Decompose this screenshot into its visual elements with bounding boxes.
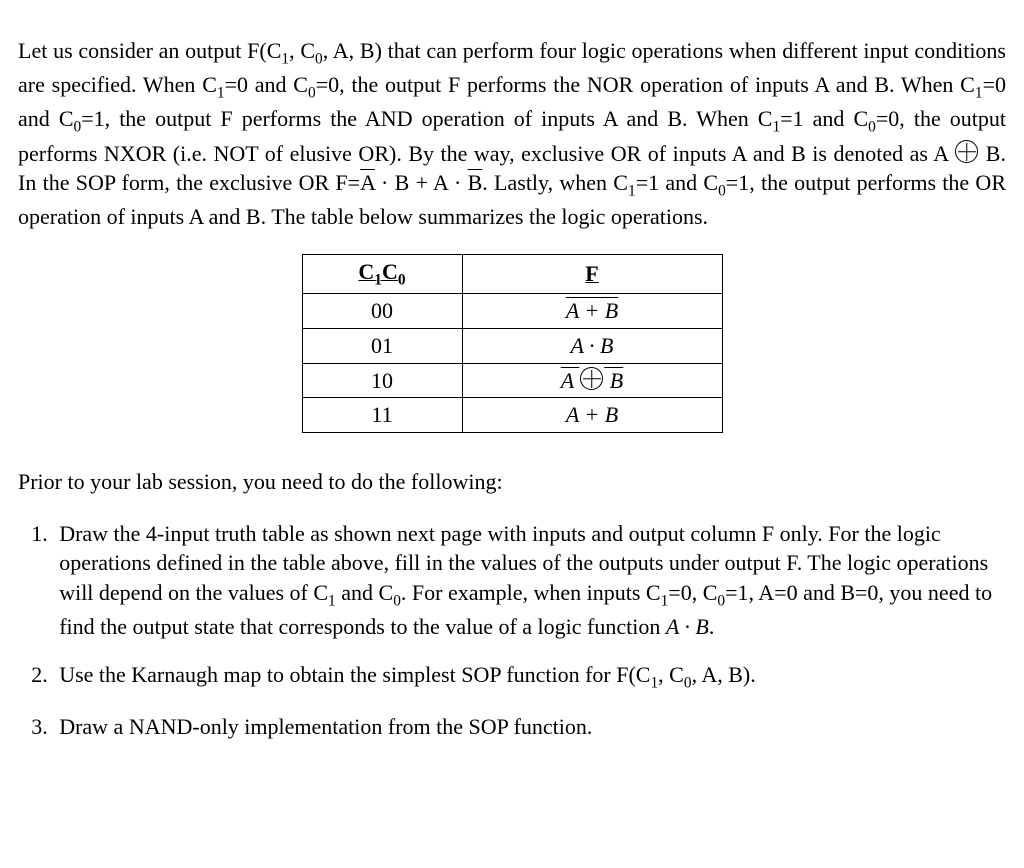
table-row: 11 A + B xyxy=(302,398,722,433)
subscript: 0 xyxy=(308,85,316,102)
cell-overline: A + B xyxy=(566,298,618,323)
text: =0, the output F performs the NOR operat… xyxy=(316,72,975,97)
text: =0, C xyxy=(668,580,717,605)
subscript: 1 xyxy=(628,183,636,200)
task-item-1: Draw the 4-input truth table as shown ne… xyxy=(53,519,1006,642)
text: . For example, when inputs C xyxy=(401,580,661,605)
cell: 01 xyxy=(371,333,393,358)
expression: A · B xyxy=(666,614,709,639)
tasks-list: Draw the 4-input truth table as shown ne… xyxy=(31,519,1006,742)
overline-b: B xyxy=(468,170,483,195)
subscript: 0 xyxy=(718,183,726,200)
cell: A · B xyxy=(571,333,614,358)
text: , A, B). xyxy=(692,662,756,687)
text: , C xyxy=(289,38,315,63)
subscript: 1 xyxy=(975,85,983,102)
subscript: 0 xyxy=(393,593,401,610)
xor-icon xyxy=(580,367,603,390)
text: =0 and C xyxy=(225,72,308,97)
text: and C xyxy=(336,580,393,605)
overline-a: A xyxy=(360,170,375,195)
cell: 00 xyxy=(371,298,393,323)
logic-operations-table: C1C0 F 00 A + B 01 A · B 10 A B 11 A + B xyxy=(302,254,723,433)
cell: A + B xyxy=(566,402,618,427)
table-header-row: C1C0 F xyxy=(302,255,722,294)
subscript: 1 xyxy=(281,50,289,67)
text: C xyxy=(358,259,374,284)
table-row: 10 A B xyxy=(302,363,722,398)
subscript: 0 xyxy=(868,119,876,136)
cell: 10 xyxy=(371,368,393,393)
xor-icon xyxy=(955,140,978,163)
text: · B + A · xyxy=(375,170,468,195)
text: =1 and C xyxy=(780,106,868,131)
cell: A xyxy=(561,368,580,393)
subscript: 1 xyxy=(374,272,382,289)
text: =1 and C xyxy=(636,170,718,195)
text: Let us consider an output F(C xyxy=(18,38,281,63)
intro-paragraph: Let us consider an output F(C1, C0, A, B… xyxy=(18,36,1006,232)
cell: 11 xyxy=(371,402,392,427)
text: Use the Karnaugh map to obtain the simpl… xyxy=(59,662,650,687)
task-item-2: Use the Karnaugh map to obtain the simpl… xyxy=(53,660,1006,694)
subscript: 0 xyxy=(315,50,323,67)
text: C xyxy=(382,259,398,284)
subscript: 0 xyxy=(684,674,692,691)
text: Draw a NAND-only implementation from the… xyxy=(59,714,592,739)
subscript: 1 xyxy=(328,593,336,610)
subscript: 1 xyxy=(217,85,225,102)
pre-tasks-text: Prior to your lab session, you need to d… xyxy=(18,467,1006,497)
text: . xyxy=(709,614,715,639)
cell: B xyxy=(604,368,623,393)
text: F xyxy=(585,261,598,286)
text: =1, the output F performs the AND operat… xyxy=(81,106,772,131)
table-row: 00 A + B xyxy=(302,294,722,329)
text: , C xyxy=(658,662,684,687)
subscript: 0 xyxy=(398,272,406,289)
table-row: 01 A · B xyxy=(302,329,722,364)
task-item-3: Draw a NAND-only implementation from the… xyxy=(53,712,1006,742)
subscript: 0 xyxy=(717,593,725,610)
text: . Lastly, when C xyxy=(482,170,628,195)
